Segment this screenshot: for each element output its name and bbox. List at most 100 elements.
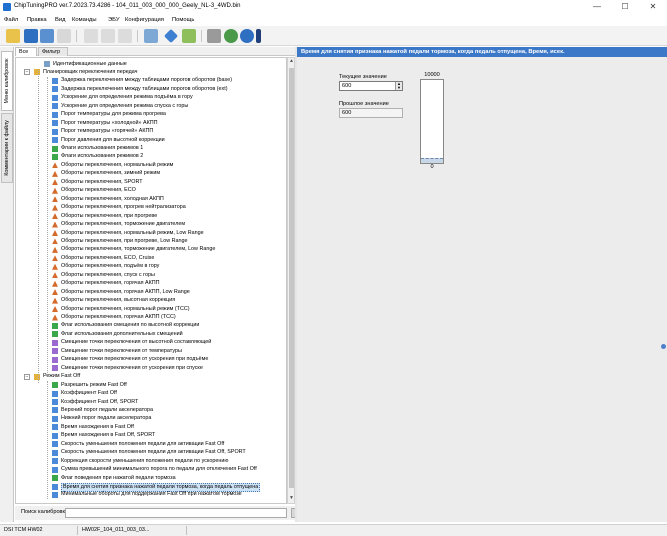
tree-item[interactable]: Флаги использования режимов 1: [16, 145, 286, 153]
tree-item[interactable]: Минимальные обороты для поддержания Fast…: [16, 491, 286, 499]
tree-item[interactable]: Ускорение для определения режима спуска …: [16, 102, 286, 110]
menu-configuration[interactable]: Конфигурация: [125, 17, 164, 23]
scroll-down-icon[interactable]: ▼: [288, 495, 295, 503]
minimize-button[interactable]: —: [583, 0, 611, 14]
tree-item[interactable]: Коэффициент Fast Off, SPORT: [16, 398, 286, 406]
tree-item-label: Ускорение для определения режима спуска …: [61, 102, 189, 109]
wrench-icon[interactable]: [207, 29, 221, 43]
tree-item[interactable]: Обороты переключения, зимний режим: [16, 170, 286, 178]
tree-item[interactable]: Флаг поведения при нажатой педали тормоз…: [16, 474, 286, 482]
copy-icon[interactable]: [101, 29, 115, 43]
tree-item-label: Смещение точки переключения от высотной …: [61, 339, 212, 346]
tree-item[interactable]: Смещение точки переключения от высотной …: [16, 339, 286, 347]
tree-item[interactable]: Нижний порог педали акселератора: [16, 415, 286, 423]
tree-item[interactable]: Разрешить режим Fast Off: [16, 381, 286, 389]
tree-group[interactable]: − Режим Fast Off: [16, 373, 286, 381]
tree-item[interactable]: Смещение точки переключения от температу…: [16, 347, 286, 355]
tree-item[interactable]: Обороты переключения, горячая АКПП: [16, 280, 286, 288]
maximize-button[interactable]: ☐: [611, 0, 639, 14]
menu-file[interactable]: Файл: [4, 17, 18, 23]
calibration-tree[interactable]: Идентификационные данные − Планировщик пер…: [15, 57, 287, 504]
menu-view[interactable]: Вид: [55, 17, 66, 23]
save-icon[interactable]: [24, 29, 38, 43]
paste-icon[interactable]: [118, 29, 132, 43]
tree-item[interactable]: Порог температуры «холодной» АКПП: [16, 119, 286, 127]
menu-help[interactable]: Помощь: [172, 17, 194, 23]
tree-item[interactable]: Обороты переключения, спуск с горы: [16, 271, 286, 279]
scroll-thumb[interactable]: [289, 68, 294, 488]
tree-group[interactable]: − Планировщик переключения передач: [16, 68, 286, 76]
tree-item[interactable]: Обороты переключения, торможение двигате…: [16, 246, 286, 254]
open-folder-icon[interactable]: [6, 29, 20, 43]
collapse-toggle-icon[interactable]: −: [24, 373, 30, 380]
tab-all[interactable]: Все: [15, 47, 37, 56]
tree-item[interactable]: Смещение точки переключения от ускорения…: [16, 356, 286, 364]
toolbar-separator: [76, 30, 77, 42]
tree-item[interactable]: Обороты переключения, горячая АКПП, Low …: [16, 288, 286, 296]
value-stepper[interactable]: ▲ ▼: [395, 82, 402, 90]
tree-item[interactable]: Порог температуры «горячей» АКПП: [16, 128, 286, 136]
tree-item[interactable]: Время для снятия признака нажатой педали…: [16, 483, 286, 492]
tree-item[interactable]: Порог давления для высотной коррекции: [16, 136, 286, 144]
transfer-icon[interactable]: [182, 29, 196, 43]
menu-edit[interactable]: Правка: [27, 17, 47, 23]
tree-item[interactable]: Обороты переключения, прогрев нейтрализа…: [16, 204, 286, 212]
tree-item[interactable]: Обороты переключения, нормальный режим, …: [16, 229, 286, 237]
tree-item[interactable]: Флаги использования режимов 2: [16, 153, 286, 161]
tree-scrollbar[interactable]: ▲ ▼: [287, 57, 295, 504]
close-button[interactable]: ✕: [639, 0, 667, 14]
tree-item[interactable]: Коррекция скорости уменьшения положения …: [16, 457, 286, 465]
compare-icon[interactable]: [57, 29, 71, 43]
tree-item[interactable]: Скорость уменьшения положения педали для…: [16, 440, 286, 448]
tree-item[interactable]: Идентификационные данные: [16, 60, 286, 68]
tree-item[interactable]: Обороты переключения, торможение двигате…: [16, 221, 286, 229]
tab-calibration-menu[interactable]: Меню калибровок: [1, 51, 13, 111]
menu-commands[interactable]: Команды: [72, 17, 97, 23]
tree-item[interactable]: Обороты переключения, нормальный режим: [16, 161, 286, 169]
current-value-field[interactable]: 600 ▲ ▼: [339, 81, 403, 91]
tree-item[interactable]: Обороты переключения, холодная АКПП: [16, 195, 286, 203]
tree-item[interactable]: Флаг использования дополнительных смещен…: [16, 330, 286, 338]
grid-icon: [52, 424, 58, 431]
tree-item[interactable]: Сумма превышений минимального порога по …: [16, 466, 286, 474]
dock-grip-icon[interactable]: [661, 344, 666, 349]
tree-item[interactable]: Время нахождения в Fast Off, SPORT: [16, 432, 286, 440]
collapse-toggle-icon[interactable]: −: [24, 69, 30, 76]
tree-item[interactable]: Обороты переключения, ECO, Cruise: [16, 254, 286, 262]
tree-item[interactable]: Обороты переключения, высотная коррекция: [16, 297, 286, 305]
scroll-up-icon[interactable]: ▲: [288, 58, 295, 66]
map-icon: [52, 170, 58, 177]
cut-icon[interactable]: [84, 29, 98, 43]
check-icon: [52, 382, 58, 389]
tree-item[interactable]: Обороты переключения, при прогреве, Low …: [16, 237, 286, 245]
tree-item[interactable]: Обороты переключения, при прогреве: [16, 212, 286, 220]
diamond-icon[interactable]: [163, 28, 179, 44]
tree-item[interactable]: Задержка переключения между таблицами по…: [16, 77, 286, 85]
tab-filter[interactable]: Фильтр: [38, 47, 68, 56]
tree-item[interactable]: Смещение точки переключения от ускорения…: [16, 364, 286, 372]
tree-item[interactable]: Задержка переключения между таблицами по…: [16, 85, 286, 93]
search-input[interactable]: [65, 508, 287, 518]
spin-down-icon[interactable]: ▼: [396, 86, 402, 90]
save-as-icon[interactable]: [40, 29, 54, 43]
tree-item[interactable]: Обороты переключения, ECO: [16, 187, 286, 195]
tree-item[interactable]: Обороты переключения, SPORT: [16, 178, 286, 186]
tree-item[interactable]: Порог температуры для режима прогрева: [16, 111, 286, 119]
tree-item[interactable]: Верхний порог педали акселератора: [16, 406, 286, 414]
tree-item[interactable]: Ускорение для определения режима подъёма…: [16, 94, 286, 102]
tree-item[interactable]: Обороты переключения, подъём в гору: [16, 263, 286, 271]
tree-item[interactable]: Обороты переключения, горячая АКПП (TCC): [16, 314, 286, 322]
tree-item[interactable]: Обороты переключения, нормальный режим (…: [16, 305, 286, 313]
tree-item[interactable]: Коэффициент Fast Off: [16, 390, 286, 398]
tree-item[interactable]: Время нахождения в Fast Off: [16, 423, 286, 431]
help-icon[interactable]: [240, 29, 254, 43]
refresh-icon[interactable]: [224, 29, 238, 43]
menu-ecu[interactable]: ЭБУ: [108, 17, 120, 23]
tab-file-comments[interactable]: Комментарии к файлу: [1, 113, 13, 183]
calibration-icon[interactable]: [144, 29, 158, 43]
value-gauge: [420, 79, 444, 164]
tree-item[interactable]: Флаг использования смещения по высотной …: [16, 322, 286, 330]
toolbar-overflow-icon[interactable]: [256, 29, 261, 43]
tree-item[interactable]: Скорость уменьшения положения педали для…: [16, 449, 286, 457]
toolbar-separator: [201, 30, 202, 42]
